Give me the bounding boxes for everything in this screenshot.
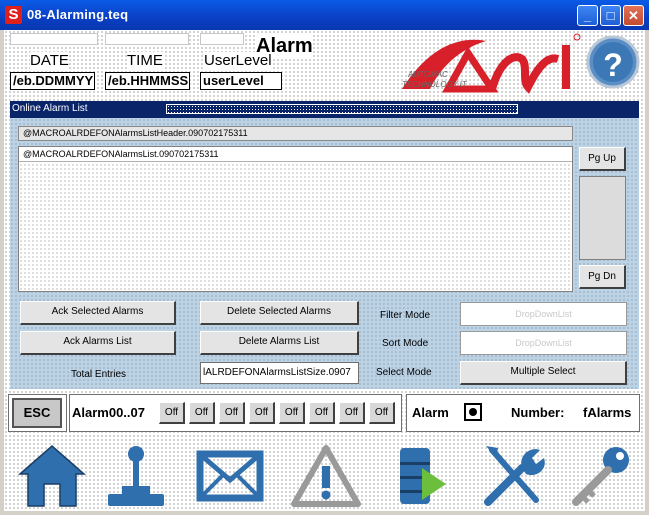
esc-button[interactable]: ESC <box>12 398 62 428</box>
app-icon: S <box>5 6 22 24</box>
alarm-bit-4[interactable]: Off <box>279 402 305 424</box>
alarm-list-title: Online Alarm List <box>12 103 88 114</box>
help-icon[interactable]: ? <box>586 34 640 90</box>
maximize-button[interactable]: □ <box>600 5 621 26</box>
page-up-button[interactable]: Pg Up <box>579 147 626 171</box>
alarm-bit-1[interactable]: Off <box>189 402 215 424</box>
minimize-button[interactable]: _ <box>577 5 598 26</box>
client-area: Alarm DATE TIME UserLevel /eb.DDMMYY /eb… <box>4 30 645 511</box>
ghost-field <box>200 33 244 45</box>
minimize-icon: _ <box>583 8 592 23</box>
alarm-bit-3[interactable]: Off <box>249 402 275 424</box>
ghost-field <box>10 33 98 45</box>
sort-mode-dropdown[interactable]: DropDownList <box>460 331 627 355</box>
time-field: /eb.HHMMSS <box>105 72 190 90</box>
maximize-icon: □ <box>606 8 615 23</box>
key-icon[interactable] <box>564 442 636 510</box>
date-field: /eb.DDMMYY <box>10 72 95 90</box>
alarm-bit-7[interactable]: Off <box>369 402 395 424</box>
alarm-indicator-icon <box>464 403 482 421</box>
company-logo: AUTOMAC TECHNOLOGY.IT SRL <box>402 33 581 94</box>
select-mode-button[interactable]: Multiple Select <box>460 361 627 385</box>
window-title: 08-Alarming.teq <box>27 7 129 22</box>
alarm-bit-0[interactable]: Off <box>159 402 185 424</box>
logo-caption-2: TECHNOLOGY.IT <box>402 80 468 89</box>
ack-selected-button[interactable]: Ack Selected Alarms <box>20 301 176 325</box>
alarm-list[interactable]: @MACROALRDEFONAlarmsList.090702175311 <box>18 146 573 292</box>
ghost-field <box>105 33 189 45</box>
home-icon[interactable] <box>16 442 88 510</box>
warning-icon[interactable] <box>290 442 362 510</box>
joystick-icon[interactable] <box>100 442 172 510</box>
alarm-bit-5[interactable]: Off <box>309 402 335 424</box>
list-item[interactable]: @MACROALRDEFONAlarmsList.090702175311 <box>19 147 572 162</box>
alarm-range-label: Alarm00..07 <box>72 405 145 420</box>
sort-mode-label: Sort Mode <box>382 338 429 349</box>
alarm-list-titlebar: Online Alarm List <box>10 101 639 118</box>
delete-list-button[interactable]: Delete Alarms List <box>200 331 359 355</box>
select-mode-label: Select Mode <box>376 367 432 378</box>
number-value: fAlarms <box>583 405 632 420</box>
close-button[interactable]: ✕ <box>623 5 644 26</box>
ack-list-button[interactable]: Ack Alarms List <box>20 331 176 355</box>
delete-selected-button[interactable]: Delete Selected Alarms <box>200 301 359 325</box>
total-entries-label: Total Entries <box>71 369 127 380</box>
filter-mode-label: Filter Mode <box>380 310 431 321</box>
scrollbar-track[interactable] <box>579 176 626 260</box>
number-label: Number: <box>511 405 565 420</box>
logo-caption-1: AUTOMAC <box>407 70 448 79</box>
list-size-field: lALRDEFONAlarmsListSize.0907 <box>200 362 359 384</box>
alarm-label: Alarm <box>412 405 449 420</box>
userlevel-field: userLevel <box>200 72 282 90</box>
alarm-bit-6[interactable]: Off <box>339 402 365 424</box>
logo-caption-3: SRL <box>572 69 578 81</box>
filter-mode-dropdown[interactable]: DropDownList <box>460 302 627 326</box>
userlevel-label: UserLevel <box>204 52 272 69</box>
svg-text:?: ? <box>603 47 623 83</box>
date-label: DATE <box>30 52 69 69</box>
database-icon[interactable] <box>388 442 460 510</box>
time-label: TIME <box>127 52 163 69</box>
mail-icon[interactable] <box>194 442 266 510</box>
alarm-list-title-field <box>166 104 518 114</box>
close-icon: ✕ <box>628 8 639 23</box>
alarm-list-header: @MACROALRDEFONAlarmsListHeader.090702175… <box>18 126 573 141</box>
tools-icon[interactable] <box>478 442 550 510</box>
alarm-bit-2[interactable]: Off <box>219 402 245 424</box>
page-down-button[interactable]: Pg Dn <box>579 265 626 289</box>
title-bar: S 08-Alarming.teq _ □ ✕ <box>0 0 649 30</box>
